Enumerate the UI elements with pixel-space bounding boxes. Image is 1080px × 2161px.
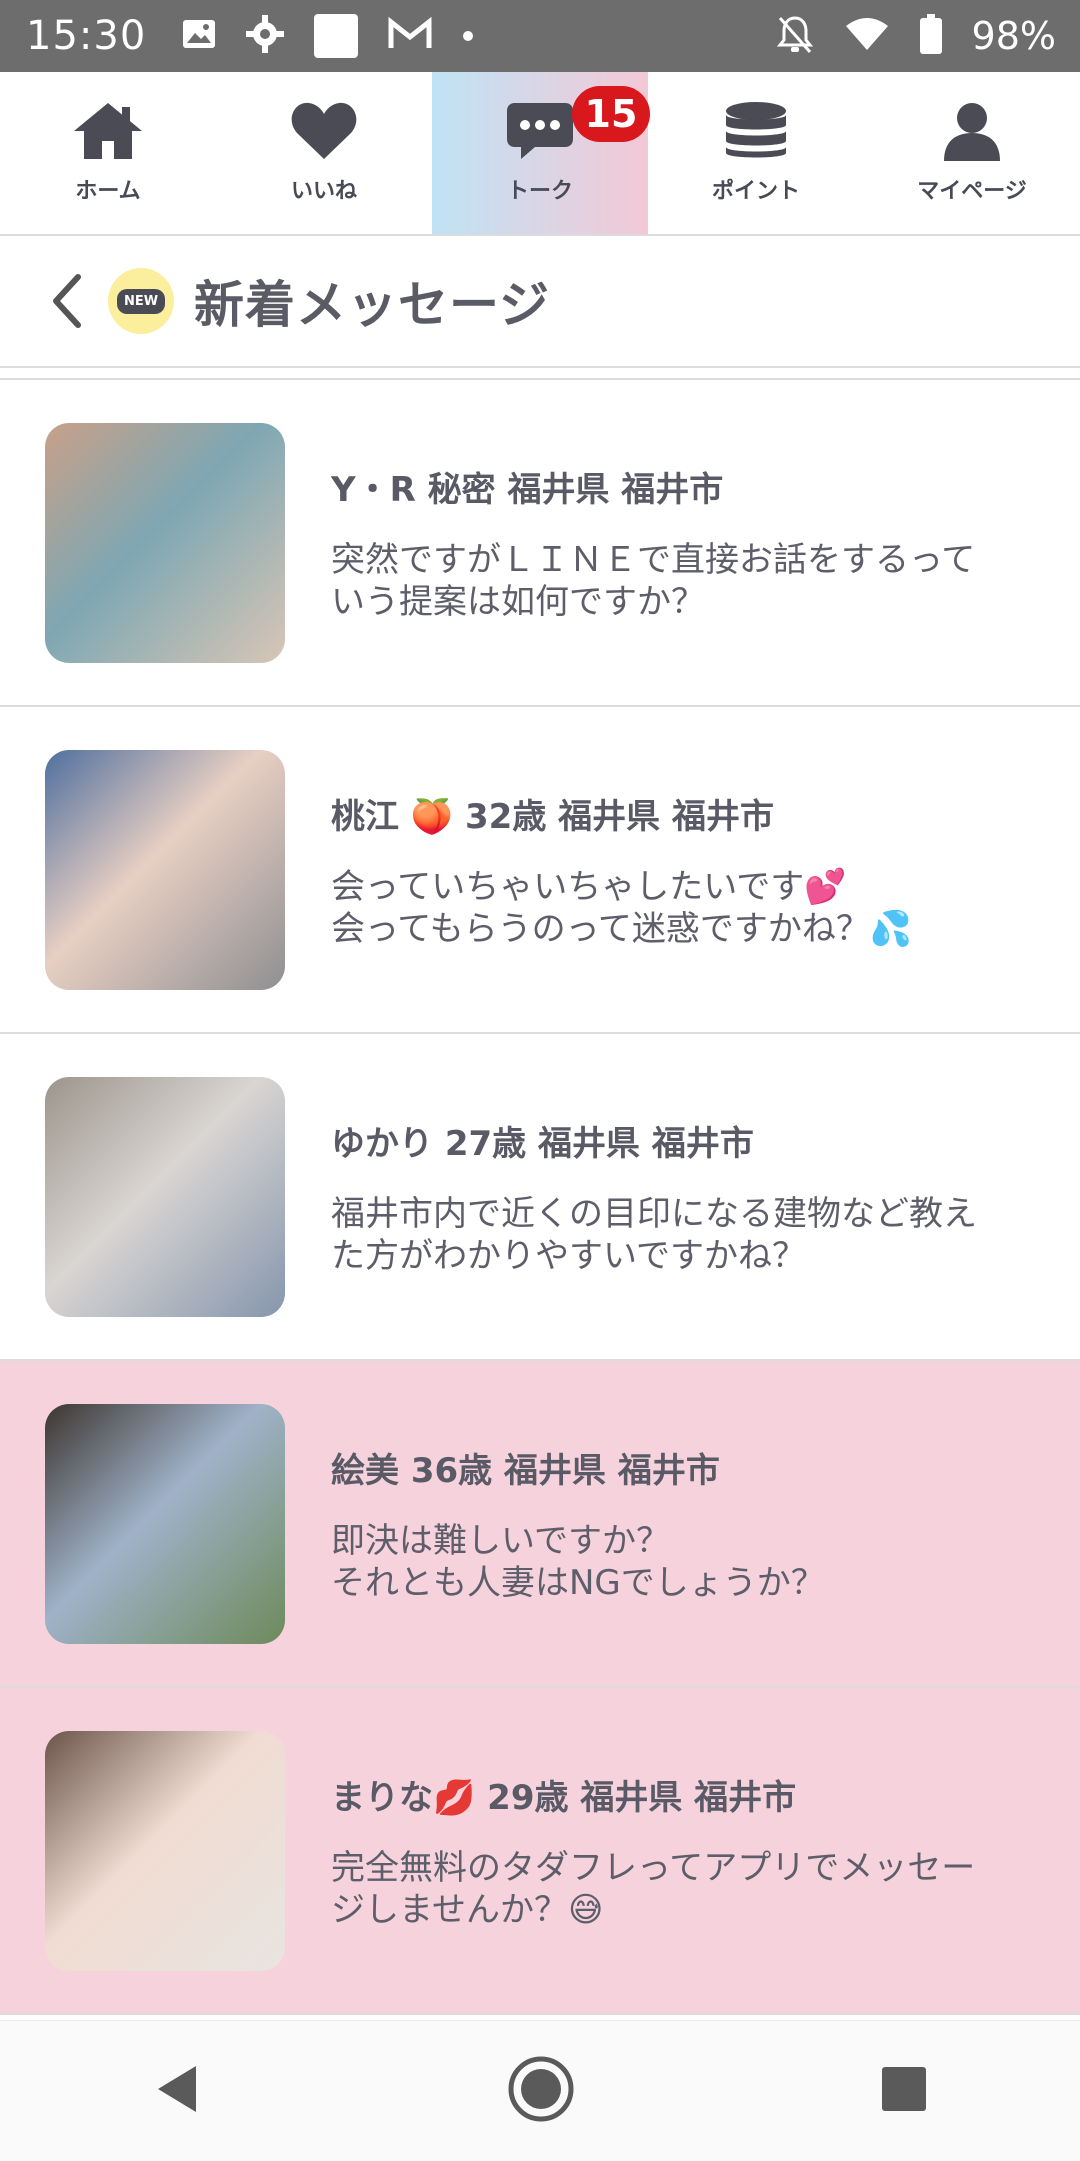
new-message-icon: NEW [108,268,174,334]
top-nav: ホーム いいね トーク 15 ポイント マイページ [0,72,1080,236]
back-triangle-icon[interactable] [152,2062,202,2120]
tab-likes[interactable]: いいね [216,72,432,234]
person-icon [942,101,1002,165]
tab-talk[interactable]: トーク 15 [432,72,650,234]
heart-icon [291,101,357,165]
status-time: 15:30 [26,13,147,59]
sender-name: ゆかり 27歳 福井県 福井市 [331,1124,754,1164]
avatar [45,1076,285,1317]
tab-points[interactable]: ポイント [648,72,864,234]
battery-percent: 98% [971,14,1056,58]
tab-home[interactable]: ホーム [0,72,216,234]
message-item[interactable]: まりな💋 29歳 福井県 福井市 完全無料のタダフレってアプリでメッセー ジしま… [0,1688,1080,2015]
bell-off-icon [776,14,814,58]
message-item[interactable]: ゆかり 27歳 福井県 福井市 福井市内で近くの目印になる建物など教え た方がわ… [0,1034,1080,1361]
chat-icon [505,101,575,165]
message-list: Y・R 秘密 福井県 福井市 突然ですがＬＩＮＥで直接お話をするって いう提案は… [0,380,1080,2015]
new-label: NEW [116,288,166,314]
dot-icon [462,27,474,46]
gear-icon [246,15,285,57]
sender-name: 桃江 🍑 32歳 福井県 福井市 [331,797,774,837]
sender-name: 絵美 36歳 福井県 福井市 [331,1451,720,1491]
unread-badge: 15 [572,86,650,142]
tab-home-label: ホーム [75,179,141,204]
home-icon [72,101,144,165]
message-item[interactable]: 絵美 36歳 福井県 福井市 即決は難しいですか？ それとも人妻はNGでしょうか… [0,1361,1080,1688]
message-preview: 会っていちゃいちゃしたいです💕 会ってもらうのって迷惑ですかね？💦 [331,867,913,949]
tab-talk-label: トーク [506,179,573,204]
tab-mypage[interactable]: マイページ [864,72,1080,234]
message-item[interactable]: 桃江 🍑 32歳 福井県 福井市 会っていちゃいちゃしたいです💕 会ってもらうの… [0,707,1080,1034]
home-circle-icon[interactable] [506,2054,576,2128]
avatar [45,749,285,990]
message-preview: 福井市内で近くの目印になる建物など教え た方がわかりやすいですかね？ [331,1194,977,1276]
message-item[interactable]: Y・R 秘密 福井県 福井市 突然ですがＬＩＮＥで直接お話をするって いう提案は… [0,380,1080,707]
page-title: 新着メッセージ [194,276,550,334]
avatar [45,422,285,663]
status-bar: 15:30 98% [0,0,1080,72]
coins-icon [724,101,788,165]
avatar [45,1403,285,1644]
battery-icon [919,14,942,58]
image-icon [182,19,216,53]
tab-points-label: ポイント [711,179,800,204]
sender-name: まりな💋 29歳 福井県 福井市 [331,1778,797,1818]
back-chevron-icon[interactable] [46,271,86,331]
system-nav-bar [0,2020,1080,2161]
message-preview: 即決は難しいですか？ それとも人妻はNGでしょうか？ [331,1521,825,1603]
message-preview: 完全無料のタダフレってアプリでメッセー ジしませんか？😅 [331,1848,976,1930]
gmail-icon [388,16,432,55]
wifi-icon [844,16,890,56]
sender-name: Y・R 秘密 福井県 福井市 [331,470,724,510]
page-header: NEW 新着メッセージ [0,236,1080,368]
tab-mypage-label: マイページ [917,179,1027,204]
app-thumbnail-icon [314,14,359,58]
tab-likes-label: いいね [290,179,357,204]
avatar [45,1730,285,1971]
recents-square-icon[interactable] [880,2065,928,2117]
message-preview: 突然ですがＬＩＮＥで直接お話をするって いう提案は如何ですか？ [331,540,976,622]
